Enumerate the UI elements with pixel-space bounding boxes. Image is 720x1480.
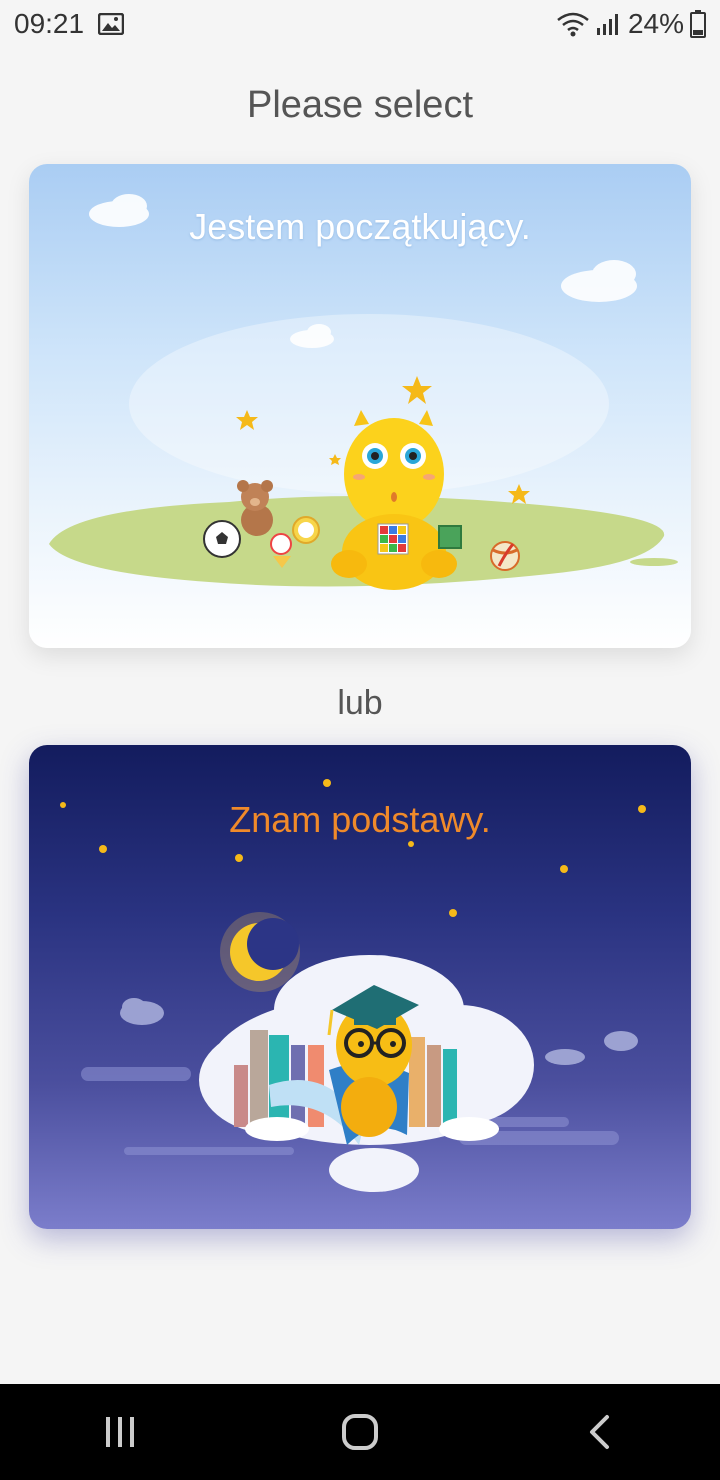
page-title: Please select (246, 84, 473, 126)
option-beginner-card[interactable]: Jestem początkujący. (29, 164, 691, 648)
navigation-bar (0, 1384, 720, 1480)
status-right: 24% (556, 8, 706, 40)
alarm-clock-icon (292, 516, 320, 544)
recent-apps-button[interactable] (60, 1384, 180, 1480)
status-left: 09:21 (14, 8, 125, 40)
back-icon (590, 1415, 609, 1449)
recent-apps-icon (106, 1417, 134, 1447)
home-button[interactable] (300, 1384, 420, 1480)
battery-text: 24% (627, 8, 684, 39)
moon-icon (220, 912, 300, 992)
soccer-ball-icon (203, 520, 241, 558)
rubiks-cube-icon (377, 523, 409, 555)
option-advanced-card[interactable]: Znam podstawy. (29, 745, 691, 1229)
toy-block-icon (438, 525, 462, 549)
ball-icon (490, 541, 520, 571)
battery-icon (690, 10, 706, 38)
option-beginner-label: Jestem początkujący. (189, 206, 531, 247)
back-button[interactable] (540, 1384, 660, 1480)
home-icon (342, 1414, 378, 1450)
separator-text: lub (337, 684, 383, 722)
option-advanced-label: Znam podstawy. (229, 799, 491, 840)
status-bar: 09:21 24% (0, 0, 720, 48)
signal-icon (596, 12, 622, 36)
status-time: 09:21 (14, 8, 85, 39)
image-icon (98, 13, 125, 35)
wifi-icon (556, 11, 590, 37)
